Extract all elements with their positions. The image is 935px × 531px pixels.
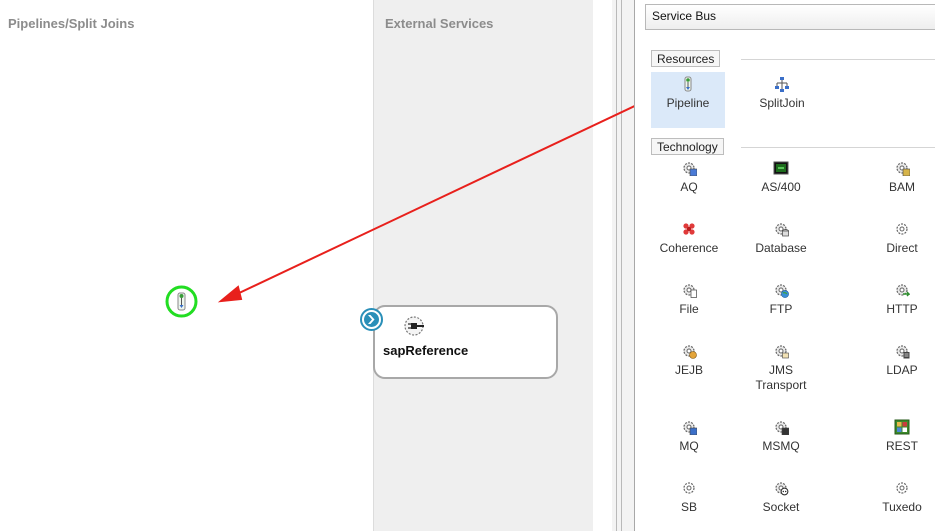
palette-item-socket[interactable]: Socket <box>741 480 821 515</box>
palette-header-dropdown[interactable]: Service Bus <box>645 4 935 30</box>
file-icon <box>683 284 697 298</box>
reference-connector-icon[interactable] <box>359 307 384 332</box>
palette-item-label: Coherence <box>659 241 719 255</box>
ldap-icon <box>896 345 910 359</box>
panel-splitter[interactable] <box>612 0 634 531</box>
palette-item-label: AS/400 <box>761 180 801 194</box>
as400-icon <box>773 161 789 175</box>
pipeline-icon <box>684 76 692 92</box>
palette-item-splitjoin[interactable]: SplitJoin <box>745 72 819 111</box>
http-icon <box>896 284 910 297</box>
palette-item-file[interactable]: File <box>649 282 729 317</box>
direct-icon <box>896 223 908 235</box>
rest-icon <box>894 419 910 435</box>
palette-item-mq[interactable]: MQ <box>649 419 729 454</box>
palette-item-jms-transport[interactable]: JMS Transport <box>741 343 821 393</box>
external-services-lane[interactable]: External Services <box>373 0 593 531</box>
service-card[interactable]: sapReference <box>373 305 558 379</box>
palette-item-label: Socket <box>762 500 800 514</box>
palette-item-label: File <box>679 302 699 316</box>
pipelines-lane-title: Pipelines/Split Joins <box>8 16 135 31</box>
palette-item-database[interactable]: Database <box>741 221 821 256</box>
palette-item-label: MQ <box>679 439 699 453</box>
palette-item-label: REST <box>885 439 918 453</box>
bam-icon <box>896 162 910 176</box>
palette-item-label: Direct <box>886 241 918 255</box>
jms-icon <box>775 345 789 359</box>
palette-item-label: Transport <box>755 378 807 392</box>
section-divider <box>741 147 935 148</box>
palette-item-as-400[interactable]: AS/400 <box>741 160 821 195</box>
palette-item-label: SB <box>680 500 697 514</box>
component-palette[interactable]: Service Bus Resources Pipeline SplitJoin … <box>634 0 935 531</box>
palette-item-label: FTP <box>769 302 793 316</box>
palette-item-label: JMS <box>769 363 793 377</box>
palette-item-http[interactable]: HTTP <box>867 282 935 317</box>
pipeline-drop-target[interactable] <box>164 285 199 318</box>
splitter-line <box>616 0 617 531</box>
external-services-lane-title: External Services <box>385 16 494 31</box>
tuxedo-icon <box>896 482 908 494</box>
sb-icon <box>683 482 695 494</box>
coherence-icon <box>683 223 695 235</box>
palette-item-sb[interactable]: SB <box>649 480 729 515</box>
jejb-icon <box>683 345 697 359</box>
palette-item-tuxedo[interactable]: Tuxedo <box>867 480 935 515</box>
pipeline-icon <box>177 292 186 311</box>
resources-section-label: Resources <box>651 50 721 67</box>
palette-item-ldap[interactable]: LDAP <box>867 343 935 378</box>
palette-item-label: BAM <box>888 180 915 194</box>
adapter-plug-icon <box>404 316 424 336</box>
palette-item-aq[interactable]: AQ <box>649 160 729 195</box>
lane-gap <box>593 0 612 531</box>
palette-item-label: JEJB <box>674 363 703 377</box>
technology-section-label: Technology <box>651 138 724 155</box>
palette-item-label: AQ <box>680 180 698 194</box>
database-icon <box>775 223 789 237</box>
pipelines-lane[interactable]: Pipelines/Split Joins <box>0 0 373 531</box>
palette-item-label: Database <box>755 241 807 255</box>
palette-item-ftp[interactable]: FTP <box>741 282 821 317</box>
palette-item-label: MSMQ <box>762 439 800 453</box>
palette-item-pipeline[interactable]: Pipeline <box>651 72 725 128</box>
msmq-icon <box>775 421 789 435</box>
palette-item-direct[interactable]: Direct <box>867 221 935 256</box>
mq-icon <box>683 421 697 435</box>
palette-item-label: LDAP <box>886 363 918 377</box>
palette-item-bam[interactable]: BAM <box>867 160 935 195</box>
palette-item-msmq[interactable]: MSMQ <box>741 419 821 454</box>
aq-icon <box>683 162 697 176</box>
section-divider <box>741 59 935 60</box>
socket-icon <box>775 482 789 496</box>
splitjoin-icon <box>775 77 789 92</box>
service-name: sapReference <box>383 343 469 358</box>
splitter-line <box>621 0 622 531</box>
palette-item-rest[interactable]: REST <box>867 419 935 454</box>
palette-item-coherence[interactable]: Coherence <box>649 221 729 256</box>
palette-item-label: Pipeline <box>666 96 710 110</box>
palette-item-label: SplitJoin <box>759 96 805 110</box>
palette-item-jejb[interactable]: JEJB <box>649 343 729 378</box>
ftp-icon <box>775 284 789 298</box>
palette-item-label: Tuxedo <box>882 500 922 514</box>
palette-item-label: HTTP <box>886 302 918 316</box>
